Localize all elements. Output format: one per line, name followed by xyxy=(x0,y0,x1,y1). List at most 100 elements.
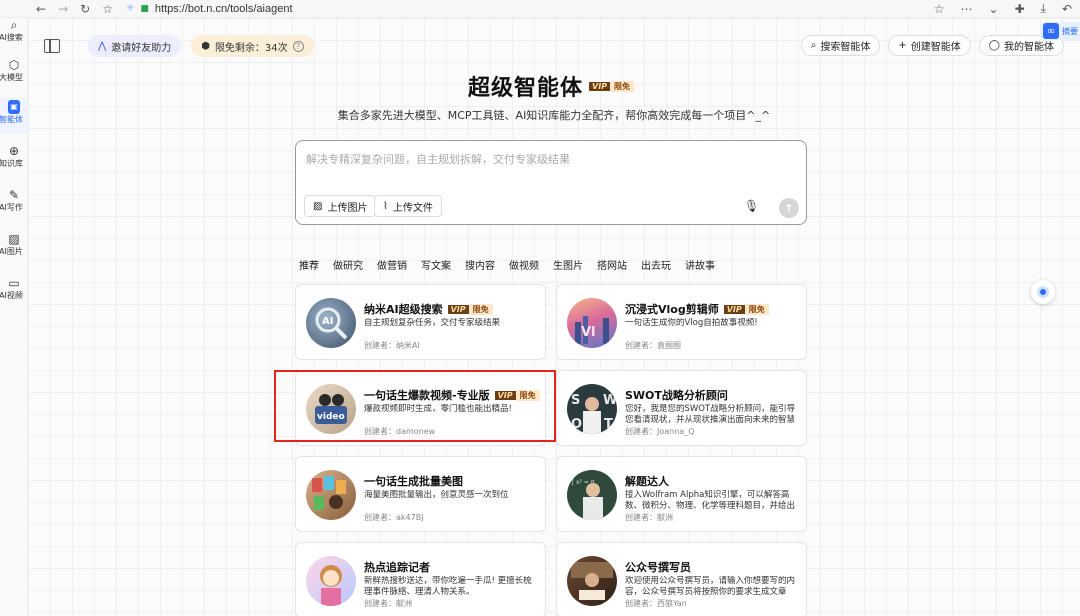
left-rail: ⌕ AI搜索 ⬡ 大模型 ▣ 智能体 ⊕ 知识库 ✎ AI写作 ▨ AI图片 ▭… xyxy=(0,18,28,616)
pen-icon: ✎ xyxy=(8,188,20,202)
tab-video[interactable]: 做视频 xyxy=(509,257,539,272)
create-agent-button[interactable]: + 创建智能体 xyxy=(888,35,971,56)
svg-text:T: T xyxy=(604,417,613,432)
page-title: 超级智能体 xyxy=(468,76,584,101)
video-icon: ▭ xyxy=(8,276,20,290)
agent-name-row: 公众号撰写员 xyxy=(625,561,691,574)
tab-story[interactable]: 讲故事 xyxy=(685,257,715,272)
tab-copywriting[interactable]: 写文案 xyxy=(421,257,451,272)
vip-free-badge: VIP 限免 xyxy=(723,303,769,316)
quota-badge[interactable]: ⬢ 限免剩余：34次 ? xyxy=(191,35,314,57)
sidebar-toggle-icon[interactable] xyxy=(44,39,60,53)
rail-item-knowledge[interactable]: ⊕ 知识库 xyxy=(0,144,28,169)
upload-image-button[interactable]: ▨ 上传图片 xyxy=(304,195,377,217)
floating-assistant-button[interactable] xyxy=(1031,280,1055,304)
site-icon: ✳ xyxy=(126,3,135,14)
bot-icon: ▣ xyxy=(8,100,20,114)
cube-icon: ⬡ xyxy=(8,58,20,72)
agent-card[interactable]: SOWT SWOT战略分析顾问 您好，我是您的SWOT战略分析顾问，能引导您看清… xyxy=(556,370,807,446)
tab-website[interactable]: 搭网站 xyxy=(597,257,627,272)
search-icon: ⌕ xyxy=(10,18,18,32)
agent-name-row: 一句话生成批量美图 xyxy=(364,475,463,488)
agent-name-row: SWOT战略分析顾问 xyxy=(625,389,728,402)
microphone-icon[interactable]: 🎙 xyxy=(744,199,759,213)
agent-card[interactable]: Vl 沉浸式Vlog剪辑师 VIP 限免 一句话生成你的Vlog自拍故事视频! 创… xyxy=(556,284,807,360)
tab-recommend[interactable]: 推荐 xyxy=(299,257,319,272)
invite-icon: ⋀ xyxy=(98,40,107,52)
highlight-box xyxy=(274,370,556,442)
invite-friends-button[interactable]: ⋀ 邀请好友助力 xyxy=(88,35,182,57)
agent-avatar-reporter xyxy=(306,556,356,606)
image-icon: ▨ xyxy=(8,232,20,246)
link-icon: ∞ xyxy=(1043,23,1059,39)
undo-icon[interactable]: ↶ xyxy=(1062,2,1072,16)
browser-actions: ☆ ⋯ ⌄ ✚ ⤓ ↶ xyxy=(934,0,1072,17)
rail-item-writing[interactable]: ✎ AI写作 xyxy=(0,188,28,213)
tab-image[interactable]: 生图片 xyxy=(553,257,583,272)
favorite-star-icon[interactable]: ☆ xyxy=(934,2,945,16)
agent-name-row: 解题达人 xyxy=(625,475,669,488)
upload-file-button[interactable]: ⌇ 上传文件 xyxy=(374,195,442,217)
shield-check-icon: ⬢ xyxy=(201,40,210,52)
rail-item-image[interactable]: ▨ AI图片 xyxy=(0,232,28,257)
assistant-icon xyxy=(1037,286,1049,298)
agent-avatar-teacher: ∫ x² = π xyxy=(567,470,617,520)
search-icon: ⌕ xyxy=(810,40,817,51)
agent-name-row: 热点追踪记者 xyxy=(364,561,430,574)
lock-icon: ■ xyxy=(140,3,149,14)
image-icon: ▨ xyxy=(313,200,323,212)
help-icon[interactable]: ? xyxy=(292,40,304,52)
svg-text:Vl: Vl xyxy=(581,325,596,340)
page-subtitle: 集合多家先进大模型、MCP工具链、AI知识库能力全配齐，帮你高效完成每一个项目^… xyxy=(337,109,771,122)
browser-nav: ← → ↻ ☆ xyxy=(0,2,113,16)
agent-avatar-ai: AI xyxy=(306,298,356,348)
paperclip-icon: ⌇ xyxy=(383,200,388,212)
prompt-composer[interactable]: 解决专精深复杂问题，自主规划拆解，交付专家级结果 ▨ 上传图片 ⌇ 上传文件 🎙… xyxy=(295,140,807,225)
tab-research[interactable]: 做研究 xyxy=(333,257,363,272)
tab-marketing[interactable]: 做营销 xyxy=(377,257,407,272)
agent-avatar-writer xyxy=(567,556,617,606)
back-icon[interactable]: ← xyxy=(36,2,46,16)
agent-card[interactable]: AI 纳米AI超级搜索 VIP 限免 自主规划复杂任务，交付专家级结果 创建者：纳… xyxy=(295,284,546,360)
forward-icon[interactable]: → xyxy=(58,2,68,16)
more-icon[interactable]: ⋯ xyxy=(961,2,973,16)
arrow-up-icon: ↑ xyxy=(784,201,794,215)
main-content: ⋀ 邀请好友助力 ⬢ 限免剩余：34次 ? ⌕ 搜索智能体 + 创建智能体 ◯ … xyxy=(28,18,1080,616)
topbar-left: ⋀ 邀请好友助力 ⬢ 限免剩余：34次 ? xyxy=(44,35,314,57)
user-icon: ◯ xyxy=(988,40,1000,51)
prompt-input[interactable]: 解决专精深复杂问题，自主规划拆解，交付专家级结果 xyxy=(306,151,570,167)
agent-name-row: 纳米AI超级搜索 VIP 限免 xyxy=(364,301,493,317)
vip-free-badge: VIP 限免 xyxy=(589,80,635,93)
search-agent-button[interactable]: ⌕ 搜索智能体 xyxy=(800,35,881,56)
send-button[interactable]: ↑ xyxy=(779,198,799,218)
rail-item-ai-search[interactable]: ⌕ AI搜索 xyxy=(0,18,28,43)
summary-extension-button[interactable]: ∞ 摘要 xyxy=(1040,22,1080,40)
plus-icon: + xyxy=(898,40,907,51)
address-bar[interactable]: ✳ ■ https://bot.n.cn/tools/aiagent xyxy=(118,0,1008,17)
svg-text:S: S xyxy=(571,393,580,408)
chevron-down-icon[interactable]: ⌄ xyxy=(989,2,999,16)
svg-text:AI: AI xyxy=(322,316,333,327)
download-icon[interactable]: ⤓ xyxy=(1041,1,1046,16)
rail-item-model[interactable]: ⬡ 大模型 xyxy=(0,58,28,83)
rail-item-video[interactable]: ▭ AI视频 xyxy=(0,276,28,301)
svg-text:O: O xyxy=(571,417,582,432)
agent-card[interactable]: 公众号撰写员 欢迎使用公众号撰写员，请输入你想要写的内容，公众号撰写员将按照你的… xyxy=(556,542,807,616)
plus-circle-icon: ⊕ xyxy=(8,144,20,158)
agent-card[interactable]: 热点追踪记者 新鲜热搜秒送达，带你吃遍一手瓜! 更擅长梳理事件脉络、理清人物关系… xyxy=(295,542,546,616)
agent-card[interactable]: 一句话生成批量美图 海量美图批量输出，创意灵感一次到位 创建者：ak47BJ xyxy=(295,456,546,532)
tab-search-content[interactable]: 搜内容 xyxy=(465,257,495,272)
agent-avatar-vlog: Vl xyxy=(567,298,617,348)
browser-toolbar: ← → ↻ ☆ ✳ ■ https://bot.n.cn/tools/aiage… xyxy=(0,0,1080,18)
rail-item-agent[interactable]: ▣ 智能体 xyxy=(0,98,28,134)
agent-card[interactable]: ∫ x² = π 解题达人 接入Wolfram Alpha知识引擎，可以解答高数… xyxy=(556,456,807,532)
topbar-right: ⌕ 搜索智能体 + 创建智能体 ◯ 我的智能体 xyxy=(800,35,1064,56)
agent-name-row: 沉浸式Vlog剪辑师 VIP 限免 xyxy=(625,301,769,317)
agent-avatar-swot: SO WT xyxy=(567,384,617,434)
bookmark-star-icon[interactable]: ☆ xyxy=(102,2,113,16)
vip-free-badge: VIP 限免 xyxy=(447,303,493,316)
svg-text:W: W xyxy=(603,393,617,408)
extension-icon[interactable]: ✚ xyxy=(1015,2,1025,16)
reload-icon[interactable]: ↻ xyxy=(80,2,90,16)
tab-travel[interactable]: 出去玩 xyxy=(641,257,671,272)
